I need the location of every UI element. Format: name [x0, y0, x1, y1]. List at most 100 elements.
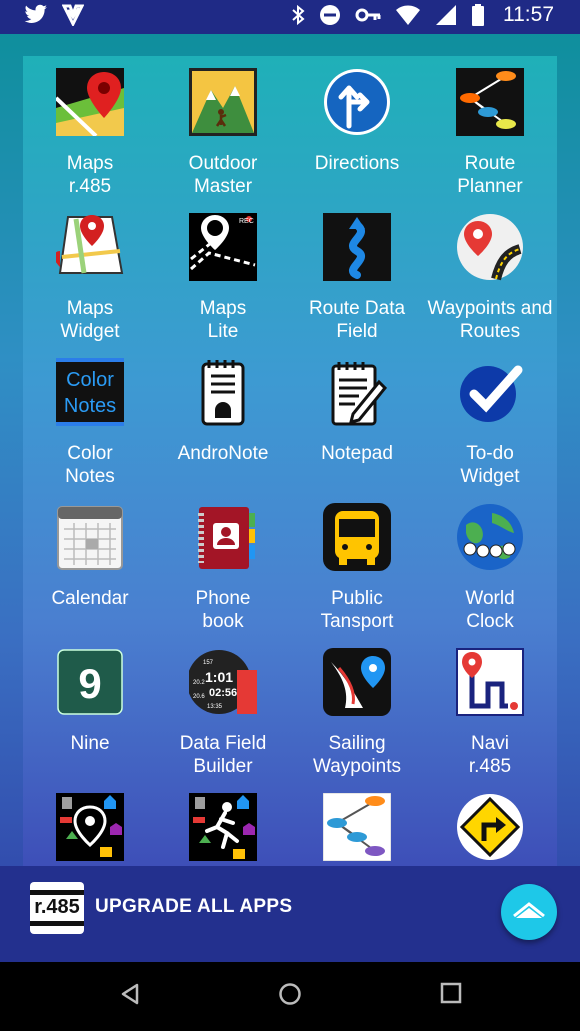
- app-label: Data Field Builder: [179, 733, 267, 777]
- navi-icon: [456, 648, 524, 716]
- upgrade-bar[interactable]: r.485 UPGRADE ALL APPS: [0, 866, 580, 962]
- app-tile-route-planner[interactable]: Route Planner: [423, 56, 557, 201]
- svg-text:13:35: 13:35: [207, 704, 223, 710]
- app-label: Color Notes: [65, 443, 115, 487]
- app-label: Sailing Waypoints: [313, 733, 401, 777]
- directions-arrow-icon: [323, 68, 391, 136]
- upgrade-badge-icon: r.485: [30, 882, 84, 934]
- svg-text:02:56: 02:56: [209, 687, 237, 699]
- svg-text:20.6: 20.6: [193, 694, 205, 700]
- system-icons: 11:57: [291, 3, 554, 27]
- app-tile-maps-lite[interactable]: REC Maps Lite: [156, 201, 290, 346]
- app-screen: Maps r.485 Outdoor Master Directions Rou…: [0, 34, 580, 962]
- app-label: Route Data Field: [308, 298, 406, 342]
- app-label: Notepad: [321, 443, 393, 464]
- app-label: Calendar: [51, 588, 129, 609]
- bluetooth-icon: [291, 4, 305, 26]
- app-label: Maps Widget: [60, 298, 120, 342]
- app-grid-panel[interactable]: Maps r.485 Outdoor Master Directions Rou…: [23, 56, 557, 866]
- app-tile-sailing-waypoints[interactable]: Sailing Waypoints: [290, 636, 424, 781]
- app-tile-places-runner[interactable]: [156, 781, 290, 866]
- app-tile-route-nodes[interactable]: [290, 781, 424, 866]
- app-tile-andronote[interactable]: AndroNote: [156, 346, 290, 491]
- app-label: Public Tansport: [320, 588, 394, 632]
- route-data-field-icon: [323, 213, 391, 281]
- app-tile-route-data-field[interactable]: Route Data Field: [290, 201, 424, 346]
- app-tile-navi[interactable]: Navi r.485: [423, 636, 557, 781]
- app-tile-color-notes[interactable]: Color Notes Color Notes: [23, 346, 157, 491]
- calendar-icon: [56, 503, 124, 571]
- maps-pin-icon: [54, 68, 124, 138]
- app-label: Nine: [70, 733, 110, 754]
- back-icon[interactable]: [119, 982, 141, 1011]
- vpn-key-icon: [355, 4, 381, 26]
- app-label: World Clock: [465, 588, 515, 632]
- upgrade-badge-text: r.485: [34, 896, 80, 918]
- app-tile-calendar[interactable]: Calendar: [23, 491, 157, 636]
- chevron-up-icon: [513, 902, 545, 918]
- app-tile-waypoints-routes[interactable]: Waypoints and Routes: [423, 201, 557, 346]
- svg-text:9: 9: [78, 660, 101, 707]
- app-label: Outdoor Master: [188, 153, 258, 197]
- app-tile-places[interactable]: [23, 781, 157, 866]
- app-label: Route Planner: [457, 153, 523, 197]
- places-pin-icon: [56, 793, 124, 861]
- app-label: AndroNote: [177, 443, 269, 464]
- app-tile-notepad[interactable]: Notepad: [290, 346, 424, 491]
- maps-lite-icon: REC: [189, 213, 257, 281]
- wifi-icon: [395, 4, 421, 26]
- status-bar: 11:57: [0, 0, 580, 34]
- inbox-check-icon: [62, 4, 84, 26]
- app-tile-maps-widget[interactable]: Maps Widget: [23, 201, 157, 346]
- maps-widget-icon: [54, 213, 124, 281]
- svg-text:Notes: Notes: [64, 395, 116, 417]
- app-label: To-do Widget: [460, 443, 520, 487]
- waypoints-routes-icon: [456, 213, 524, 281]
- app-tile-data-field-builder[interactable]: 157 1:01 02:56 20.2 20.6 13:35 Data Fiel…: [156, 636, 290, 781]
- app-tile-nine[interactable]: 9 Nine: [23, 636, 157, 781]
- twitter-icon: [24, 4, 48, 26]
- world-clock-icon: [456, 503, 524, 571]
- app-label: Maps r.485: [66, 153, 114, 197]
- app-label: Waypoints and Routes: [427, 298, 553, 342]
- recents-icon[interactable]: [440, 982, 462, 1009]
- app-tile-maps[interactable]: Maps r.485: [23, 56, 157, 201]
- route-nodes-icon: [322, 792, 392, 862]
- svg-text:157: 157: [203, 660, 214, 666]
- app-tile-turn-sign[interactable]: [423, 781, 557, 866]
- app-tile-world-clock[interactable]: World Clock: [423, 491, 557, 636]
- app-tile-todo-widget[interactable]: To-do Widget: [423, 346, 557, 491]
- scroll-up-button[interactable]: [501, 884, 557, 940]
- todo-check-icon: [456, 358, 524, 426]
- mountain-hiker-icon: [189, 68, 257, 136]
- andronote-icon: [189, 358, 257, 426]
- app-tile-public-transport[interactable]: Public Tansport: [290, 491, 424, 636]
- app-label: Navi r.485: [468, 733, 512, 777]
- svg-text:20.2: 20.2: [193, 680, 205, 686]
- app-label: Maps Lite: [199, 298, 247, 342]
- app-tile-directions[interactable]: Directions: [290, 56, 424, 201]
- cell-signal-icon: [435, 4, 457, 26]
- notification-icons: [24, 4, 84, 26]
- route-planner-icon: [456, 68, 524, 136]
- notepad-icon: [323, 358, 391, 426]
- bus-icon: [323, 503, 391, 571]
- svg-text:REC: REC: [239, 218, 254, 225]
- sailing-waypoints-icon: [323, 648, 391, 716]
- color-notes-icon: Color Notes: [56, 358, 124, 426]
- do-not-disturb-icon: [319, 4, 341, 26]
- app-tile-outdoor-master[interactable]: Outdoor Master: [156, 56, 290, 201]
- home-icon[interactable]: [278, 982, 302, 1011]
- navigation-bar: [0, 962, 580, 1031]
- app-label: Phone book: [195, 588, 251, 632]
- app-label: Directions: [314, 153, 400, 174]
- clock-time: 11:57: [503, 3, 554, 26]
- battery-icon: [471, 4, 485, 26]
- nine-icon: 9: [56, 648, 124, 716]
- places-runner-icon: [189, 793, 257, 861]
- svg-text:Color: Color: [66, 369, 114, 391]
- data-field-builder-icon: 157 1:01 02:56 20.2 20.6 13:35: [187, 648, 257, 716]
- phone-book-icon: [189, 503, 257, 571]
- app-tile-phone-book[interactable]: Phone book: [156, 491, 290, 636]
- upgrade-all-apps-label[interactable]: UPGRADE ALL APPS: [95, 896, 292, 918]
